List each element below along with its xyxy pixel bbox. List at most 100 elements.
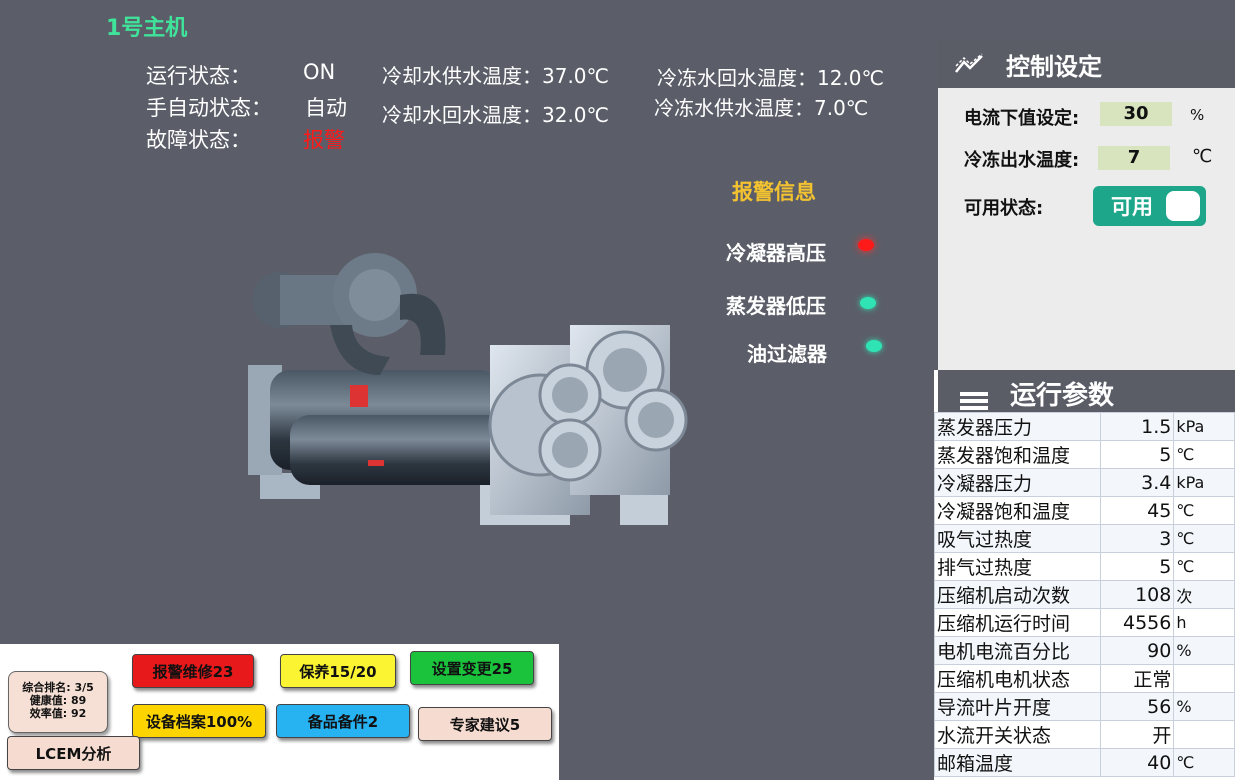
fault-status-label: 故障状态： (146, 128, 251, 152)
chilled-outlet-temp-input[interactable]: 7 (1098, 146, 1170, 170)
chiller-unit-image (248, 253, 688, 525)
chilled-water-return-temp: 冷冻水回水温度：12.0℃ (657, 66, 884, 90)
param-unit: h (1173, 608, 1235, 637)
spare-parts-button[interactable]: 备品备件2 (276, 704, 410, 738)
health-value: 健康值: 89 (29, 694, 87, 707)
alarm-info-title: 报警信息 (732, 180, 816, 204)
cooling-water-supply-temp: 冷却水供水温度：37.0℃ (382, 64, 609, 88)
control-settings-header: 控制设定 (938, 40, 1235, 88)
param-value: 56 (1099, 692, 1175, 721)
param-value: 90 (1099, 636, 1175, 665)
param-row: 吸气过热度 3 ℃ (934, 524, 1235, 553)
maintenance-button[interactable]: 保养15/20 (280, 654, 396, 688)
param-value: 开 (1099, 720, 1175, 749)
param-row: 排气过热度 5 ℃ (934, 552, 1235, 581)
chilled-outlet-temp-label: 冷冻出水温度: (964, 150, 1080, 171)
fault-status-value: 报警 (303, 128, 345, 152)
param-unit: % (1173, 692, 1235, 721)
cooling-water-return-temp: 冷却水回水温度：32.0℃ (382, 103, 609, 127)
param-value: 正常 (1099, 664, 1175, 693)
param-name: 水流开关状态 (934, 720, 1101, 749)
param-unit: ℃ (1173, 552, 1235, 581)
param-row: 邮箱温度 40 ℃ (934, 748, 1235, 777)
run-parameters-header: 运行参数 (938, 370, 1235, 412)
param-unit: ℃ (1173, 496, 1235, 525)
mode-status-value: 自动 (305, 96, 347, 120)
param-name: 导流叶片开度 (934, 692, 1101, 721)
param-value: 40 (1099, 748, 1175, 777)
alarm-condenser-high-pressure: 冷凝器高压 (726, 241, 826, 265)
run-parameters-title: 运行参数 (1010, 381, 1115, 411)
availability-toggle-label: 可用 (1111, 195, 1153, 219)
run-status-value: ON (303, 60, 336, 84)
lcem-analysis-button[interactable]: LCEM分析 (7, 736, 140, 770)
param-name: 冷凝器压力 (934, 468, 1101, 497)
current-unit: % (1190, 106, 1205, 124)
param-name: 蒸发器饱和温度 (934, 440, 1101, 469)
param-unit: kPa (1173, 468, 1235, 497)
param-name: 压缩机电机状态 (934, 664, 1101, 693)
availability-label: 可用状态: (964, 198, 1044, 219)
param-row: 电机电流百分比 90% (934, 636, 1235, 665)
param-unit: ℃ (1173, 440, 1235, 469)
param-row: 水流开关状态开 (934, 720, 1235, 749)
param-row: 导流叶片开度 56% (934, 692, 1235, 721)
chart-line-icon (955, 53, 983, 73)
param-unit: 次 (1173, 580, 1235, 609)
param-row: 冷凝器压力 3.4 kPa (934, 468, 1235, 497)
param-row: 压缩机电机状态 正常 (934, 664, 1235, 693)
bottom-toolbar: 综合排名: 3/5 健康值: 89 效率值: 92 报警维修23 保养15/20… (0, 644, 559, 780)
run-status-label: 运行状态： (146, 64, 251, 88)
chilled-water-supply-temp: 冷冻水供水温度：7.0℃ (654, 96, 869, 120)
param-value: 3.4 (1099, 468, 1175, 497)
current-lower-limit-input[interactable]: 30 (1100, 102, 1172, 126)
alarm-oil-filter: 油过滤器 (747, 342, 827, 366)
alarm-indicator-green (866, 340, 882, 352)
param-unit: kPa (1173, 412, 1235, 441)
availability-toggle[interactable]: 可用 (1093, 186, 1206, 226)
param-name: 冷凝器饱和温度 (934, 496, 1101, 525)
control-settings-panel: 控制设定 电流下值设定: 30 % 冷冻出水温度: 7 ℃ 可用状态: 可用 (938, 40, 1235, 370)
param-unit (1173, 720, 1235, 749)
settings-change-button[interactable]: 设置变更25 (410, 651, 534, 685)
run-parameters-table: 蒸发器压力 1.5 kPa 蒸发器饱和温度 5 ℃ 冷凝器压力 3.4 kPa 冷凝器饱和温度 45… (934, 412, 1235, 777)
param-value: 5 (1099, 440, 1175, 469)
param-row: 蒸发器压力 1.5 kPa (934, 412, 1235, 441)
control-settings-title: 控制设定 (1006, 52, 1102, 81)
page-title: 1号主机 (106, 16, 188, 41)
param-value: 108 (1099, 580, 1175, 609)
efficiency-value: 效率值: 92 (29, 707, 87, 720)
rating-summary-card: 综合排名: 3/5 健康值: 89 效率值: 92 (8, 671, 108, 733)
run-parameters-panel: 运行参数 蒸发器压力 1.5 kPa 蒸发器饱和温度 5 ℃ 冷凝器压力 3.4 kPa 冷凝器饱… (934, 370, 1235, 780)
param-value: 45 (1099, 496, 1175, 525)
param-value: 1.5 (1099, 412, 1175, 441)
alarm-evaporator-low-pressure: 蒸发器低压 (726, 294, 826, 318)
mode-status-label: 手自动状态： (146, 96, 272, 120)
param-row: 冷凝器饱和温度 45 ℃ (934, 496, 1235, 525)
param-name: 压缩机启动次数 (934, 580, 1101, 609)
param-unit: ℃ (1173, 524, 1235, 553)
param-name: 压缩机运行时间 (934, 608, 1101, 637)
param-name: 邮箱温度 (934, 748, 1101, 777)
param-row: 压缩机运行时间 4556 h (934, 608, 1235, 637)
param-unit (1173, 664, 1235, 693)
alarm-indicator-red (858, 239, 874, 251)
param-value: 4556 (1099, 608, 1175, 637)
param-row: 压缩机启动次数 108 次 (934, 580, 1235, 609)
overall-rank: 综合排名: 3/5 (22, 681, 94, 694)
param-value: 5 (1099, 552, 1175, 581)
alarm-repair-button[interactable]: 报警维修23 (132, 654, 254, 688)
expert-advice-button[interactable]: 专家建议5 (418, 707, 552, 741)
param-name: 排气过热度 (934, 552, 1101, 581)
param-name: 蒸发器压力 (934, 412, 1101, 441)
temp-unit: ℃ (1192, 146, 1213, 167)
alarm-indicator-green (860, 297, 876, 309)
equipment-archive-button[interactable]: 设备档案100% (132, 704, 266, 738)
param-unit: ℃ (1173, 748, 1235, 777)
toggle-knob (1166, 191, 1200, 221)
param-row: 蒸发器饱和温度 5 ℃ (934, 440, 1235, 469)
param-name: 电机电流百分比 (934, 636, 1101, 665)
param-unit: % (1173, 636, 1235, 665)
param-name: 吸气过热度 (934, 524, 1101, 553)
current-lower-limit-label: 电流下值设定: (964, 108, 1080, 129)
